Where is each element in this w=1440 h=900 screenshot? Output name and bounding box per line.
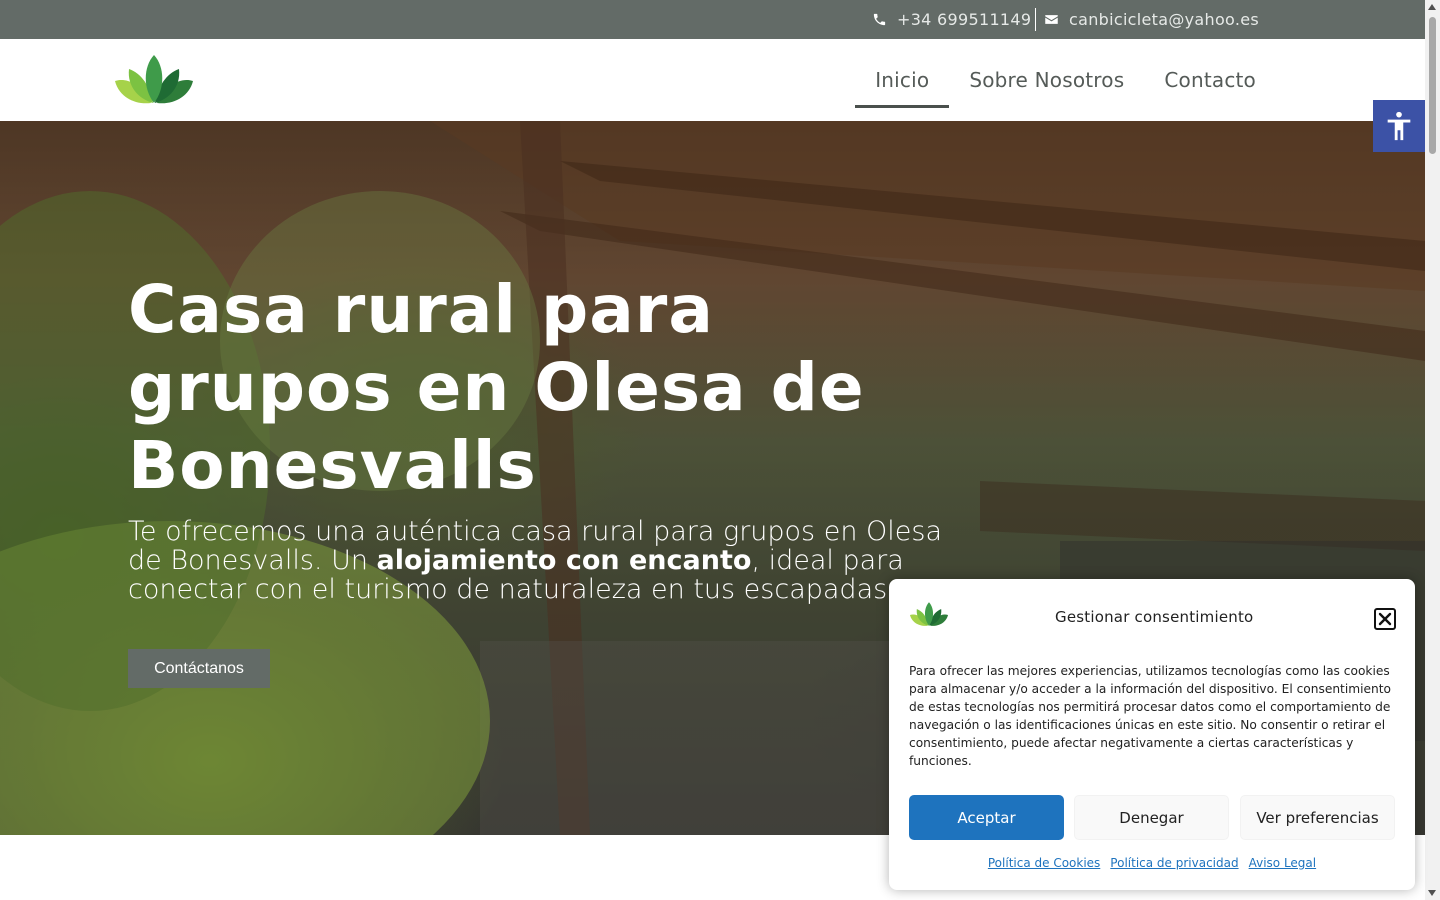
- close-icon: [1378, 612, 1392, 626]
- scrollbar-thumb[interactable]: [1429, 17, 1436, 154]
- view-preferences-button[interactable]: Ver preferencias: [1240, 795, 1395, 840]
- top-contact-bar: +34 699511149 canbicicleta@yahoo.es: [0, 0, 1425, 39]
- email-contact[interactable]: canbicicleta@yahoo.es: [1044, 0, 1259, 39]
- privacy-policy-link[interactable]: Política de privacidad: [1110, 856, 1238, 870]
- contact-divider: [1035, 8, 1036, 31]
- hero-subtitle-highlight: alojamiento con encanto: [376, 545, 752, 576]
- legal-notice-link[interactable]: Aviso Legal: [1249, 856, 1317, 870]
- close-button[interactable]: [1374, 608, 1396, 630]
- accessibility-icon: [1387, 111, 1411, 141]
- lotus-logo-icon: [909, 602, 949, 627]
- phone-number: +34 699511149: [897, 10, 1032, 29]
- consent-links: Política de Cookies Política de privacid…: [889, 856, 1415, 870]
- envelope-icon: [1044, 12, 1059, 27]
- hero-title: Casa rural para grupos en Olesa de Bones…: [128, 271, 865, 504]
- contact-button[interactable]: Contáctanos: [128, 649, 270, 688]
- cookie-policy-link[interactable]: Política de Cookies: [988, 856, 1100, 870]
- lotus-logo-icon[interactable]: [113, 55, 195, 105]
- page-scrollbar[interactable]: [1425, 0, 1440, 900]
- nav-item-contacto[interactable]: Contacto: [1144, 39, 1276, 121]
- scroll-up-arrow-icon[interactable]: [1428, 4, 1436, 10]
- email-address: canbicicleta@yahoo.es: [1069, 10, 1260, 29]
- phone-contact[interactable]: +34 699511149: [872, 0, 1031, 39]
- nav-item-inicio[interactable]: Inicio: [855, 39, 950, 121]
- scroll-down-arrow-icon[interactable]: [1428, 890, 1436, 896]
- cookie-consent-dialog: Gestionar consentimiento Para ofrecer la…: [889, 579, 1415, 890]
- nav-item-sobre-nosotros[interactable]: Sobre Nosotros: [949, 39, 1144, 121]
- accept-button[interactable]: Aceptar: [909, 795, 1064, 840]
- consent-title: Gestionar consentimiento: [1055, 608, 1254, 626]
- phone-icon: [872, 12, 887, 27]
- accessibility-button[interactable]: [1373, 100, 1425, 152]
- deny-button[interactable]: Denegar: [1074, 795, 1229, 840]
- consent-text: Para ofrecer las mejores experiencias, u…: [909, 664, 1391, 768]
- hero-subtitle: Te ofrecemos una auténtica casa rural pa…: [128, 517, 958, 604]
- main-nav: Inicio Sobre Nosotros Contacto: [855, 39, 1276, 121]
- site-header: Inicio Sobre Nosotros Contacto: [0, 39, 1425, 121]
